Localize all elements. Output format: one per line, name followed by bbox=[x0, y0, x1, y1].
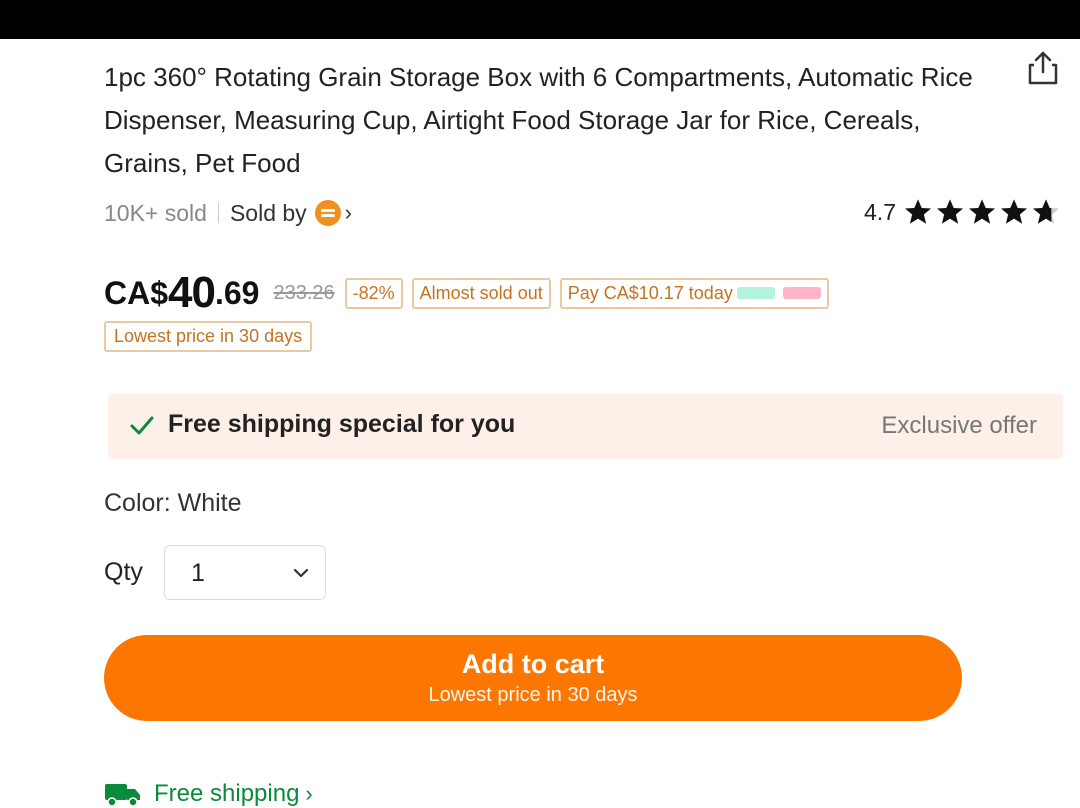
share-icon[interactable] bbox=[1026, 50, 1060, 86]
stock-tag: Almost sold out bbox=[411, 277, 551, 309]
klarna-badge bbox=[782, 287, 821, 299]
status-bar bbox=[0, 0, 1080, 39]
star-icon bbox=[968, 199, 996, 224]
original-price: 233.26 bbox=[273, 281, 335, 304]
sold-by-label[interactable]: Sold by bbox=[230, 200, 307, 227]
star-icon bbox=[904, 199, 932, 224]
truck-icon bbox=[105, 784, 140, 807]
chevron-right-icon[interactable]: › bbox=[345, 200, 352, 226]
chevron-right-icon: › bbox=[305, 781, 313, 806]
check-icon bbox=[130, 416, 154, 435]
lowest-price-tag: Lowest price in 30 days bbox=[104, 321, 313, 352]
rating-value: 4.7 bbox=[864, 198, 896, 225]
free-shipping-text: Free shipping special for you bbox=[168, 410, 516, 438]
qty-label: Qty bbox=[104, 558, 143, 586]
price-decimal: .69 bbox=[214, 274, 260, 311]
store-icon[interactable] bbox=[314, 200, 341, 226]
discount-tag: -82% bbox=[344, 277, 403, 309]
star-icon bbox=[936, 199, 964, 224]
add-to-cart-sublabel: Lowest price in 30 days bbox=[428, 684, 638, 706]
product-rating[interactable]: 4.7 bbox=[864, 196, 1062, 228]
product-title: 1pc 360° Rotating Grain Storage Box with… bbox=[104, 62, 973, 178]
free-shipping-link[interactable]: Free shipping › bbox=[104, 780, 313, 808]
color-selection-label: Color: White bbox=[104, 489, 242, 517]
pay-later-text: Pay CA$10.17 today bbox=[567, 282, 733, 303]
pay-later-tag[interactable]: Pay CA$10.17 today bbox=[559, 277, 829, 309]
divider bbox=[217, 203, 219, 223]
chevron-down-icon bbox=[293, 568, 309, 578]
product-meta: 10K+ sold Sold by › bbox=[104, 195, 352, 231]
sold-count: 10K+ sold bbox=[104, 199, 207, 226]
free-shipping-banner: Free shipping special for you Exclusive … bbox=[108, 394, 1063, 459]
star-icon bbox=[1000, 199, 1028, 224]
qty-select[interactable]: 1 bbox=[164, 545, 326, 600]
add-to-cart-button[interactable]: Add to cart Lowest price in 30 days bbox=[104, 635, 962, 721]
exclusive-offer-label: Exclusive offer bbox=[881, 412, 1037, 439]
afterpay-badge bbox=[736, 287, 775, 299]
qty-value: 1 bbox=[191, 559, 205, 587]
free-shipping-link-text: Free shipping bbox=[154, 780, 300, 807]
star-half-icon bbox=[1032, 199, 1060, 224]
add-to-cart-label: Add to cart bbox=[461, 649, 605, 679]
price-row: CA$ 40 .69 233.26 -82% Almost sold out P… bbox=[104, 268, 838, 318]
price-integer: 40 bbox=[168, 268, 216, 317]
price-currency: CA$ bbox=[104, 274, 169, 311]
